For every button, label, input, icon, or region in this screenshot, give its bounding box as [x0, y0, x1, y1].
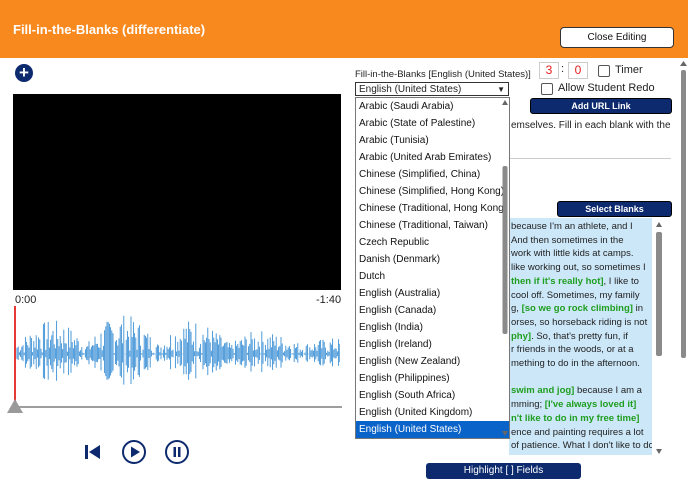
passage-line: phy]. So, that's pretty fun, if	[509, 330, 652, 344]
passage-line: cool off. Sometimes, my family	[509, 289, 652, 303]
dropdown-option[interactable]: English (Australia)	[356, 285, 509, 302]
dropdown-option[interactable]: English (New Zealand)	[356, 353, 509, 370]
passage-text: cool off. Sometimes, my family	[511, 289, 640, 301]
passage-text: , I like to	[603, 275, 639, 287]
passage-line: of patience. What I don't like to do in …	[509, 439, 652, 453]
language-select[interactable]: English (United States) ▼	[355, 82, 509, 96]
seek-slider-track[interactable]	[14, 406, 342, 408]
dropdown-option[interactable]: Chinese (Traditional, Taiwan)	[356, 217, 509, 234]
passage-text-area[interactable]: because I'm an athlete, and I And then so…	[509, 218, 652, 455]
dropdown-option[interactable]: Czech Republic	[356, 234, 509, 251]
passage-line: mming; [I've always loved it]	[509, 398, 652, 412]
passage-line: like working out, so sometimes I	[509, 261, 652, 275]
passage-line: swim and jog] because I am a	[509, 384, 652, 398]
passage-text: r friends in the woods, or at a	[511, 344, 634, 356]
playhead-marker[interactable]	[14, 306, 16, 402]
dropdown-option[interactable]: Chinese (Simplified, Hong Kong)	[356, 183, 509, 200]
select-blanks-button[interactable]: Select Blanks	[557, 201, 672, 217]
passage-line: work with little kids at camps.	[509, 247, 652, 261]
dropdown-option[interactable]: Dutch	[356, 268, 509, 285]
passage-text: work with little kids at camps.	[511, 248, 634, 260]
pause-icon[interactable]	[164, 439, 190, 465]
answer-blank: phy]	[511, 330, 532, 342]
timer-checkbox[interactable]	[598, 65, 610, 77]
passage-line: mething to do in the afternoon.	[509, 357, 652, 371]
passage-line: And then sometimes in the	[509, 234, 652, 248]
passage-text	[511, 372, 514, 383]
answer-blank: [so we go rock climbing]	[521, 303, 633, 315]
dropdown-option[interactable]: English (Philippines)	[356, 370, 509, 387]
waveform-path	[16, 315, 340, 385]
allow-redo-label: Allow Student Redo	[558, 82, 655, 94]
passage-scrollbar[interactable]	[655, 220, 663, 456]
chevron-down-icon: ▼	[497, 85, 505, 94]
audio-waveform[interactable]	[14, 306, 340, 402]
dropdown-option[interactable]: Arabic (Saudi Arabia)	[356, 98, 509, 115]
allow-redo-checkbox[interactable]	[541, 83, 553, 95]
dropdown-option[interactable]: English (India)	[356, 319, 509, 336]
language-dropdown-list[interactable]: Arabic (Saudi Arabia) Arabic (State of Pa…	[355, 97, 510, 439]
answer-blank: swim and jog]	[511, 385, 575, 397]
passage-text: ence and painting requires a lot	[511, 426, 644, 438]
dropdown-option[interactable]: Arabic (Tunisia)	[356, 132, 509, 149]
dropdown-option[interactable]: Danish (Denmark)	[356, 251, 509, 268]
dropdown-scrollbar[interactable]	[501, 98, 509, 438]
passage-line: then if it's really hot], I like to	[509, 275, 652, 289]
passage-text: . So, that's pretty fun, if	[531, 330, 628, 342]
passage-text: in	[632, 303, 643, 315]
passage-text: And then sometimes in the	[511, 234, 624, 246]
highlight-fields-button[interactable]: Highlight [ ] Fields	[426, 463, 581, 479]
dropdown-option[interactable]: Arabic (State of Palestine)	[356, 115, 509, 132]
passage-line	[509, 371, 652, 385]
passage-text: of patience. What I don't like to do in …	[511, 440, 652, 452]
passage-text: mming;	[511, 399, 545, 411]
dropdown-option[interactable]: Chinese (Simplified, China)	[356, 166, 509, 183]
dropdown-option[interactable]: English (United Kingdom)	[356, 404, 509, 421]
add-url-link-button[interactable]: Add URL Link	[530, 98, 672, 114]
answer-blank: then if it's really hot]	[511, 275, 604, 287]
time-elapsed: 0:00	[15, 294, 37, 306]
time-remaining: -1:40	[316, 294, 342, 306]
dropdown-option[interactable]: English (Canada)	[356, 302, 509, 319]
passage-text: like working out, so sometimes I	[511, 262, 646, 274]
timer-seconds-input[interactable]: 0	[568, 62, 588, 79]
fib-language-label: Fill-in-the-Blanks [English (United Stat…	[355, 69, 531, 80]
passage-line: g, [so we go rock climbing] in	[509, 302, 652, 316]
skip-back-icon[interactable]	[80, 439, 106, 465]
timer-label: Timer	[615, 64, 643, 76]
seek-slider-thumb[interactable]	[7, 399, 23, 413]
passage-text: because I'm an athlete, and I	[511, 221, 633, 232]
passage-text: mething to do in the afternoon.	[511, 358, 640, 370]
passage-line: orses, so horseback riding is not	[509, 316, 652, 330]
page-scrollbar[interactable]	[679, 58, 688, 476]
timer-minutes-input[interactable]: 3	[539, 62, 559, 79]
page-title: Fill-in-the-Blanks (differentiate)	[13, 22, 206, 37]
dropdown-option[interactable]: English (United States)	[356, 421, 509, 438]
dropdown-option[interactable]: English (South Africa)	[356, 387, 509, 404]
timer-separator: :	[561, 63, 565, 75]
passage-line: n't like to do in my free time]	[509, 412, 652, 426]
close-editing-button[interactable]: Close Editing	[560, 27, 674, 48]
passage-text: orses, so horseback riding is not	[511, 316, 648, 328]
answer-blank: n't like to do in my free time]	[511, 412, 640, 424]
passage-text: g,	[511, 303, 522, 315]
dropdown-option[interactable]: English (Ireland)	[356, 336, 509, 353]
language-select-value: English (United States)	[359, 84, 462, 95]
passage-line: ence and painting requires a lot	[509, 426, 652, 440]
passage-line: r friends in the woods, or at a	[509, 343, 652, 357]
play-icon[interactable]	[121, 439, 147, 465]
answer-blank: [I've always loved it]	[544, 399, 637, 411]
passage-line: because I'm an athlete, and I	[509, 218, 652, 234]
instructions-text[interactable]: emselves. Fill in each blank with the	[511, 118, 671, 133]
add-icon[interactable]: +	[15, 64, 33, 82]
video-player[interactable]	[13, 94, 341, 290]
dropdown-option[interactable]: Arabic (United Arab Emirates)	[356, 149, 509, 166]
passage-text: because I am a	[574, 385, 642, 397]
dropdown-option[interactable]: Chinese (Traditional, Hong Kong)	[356, 200, 509, 217]
